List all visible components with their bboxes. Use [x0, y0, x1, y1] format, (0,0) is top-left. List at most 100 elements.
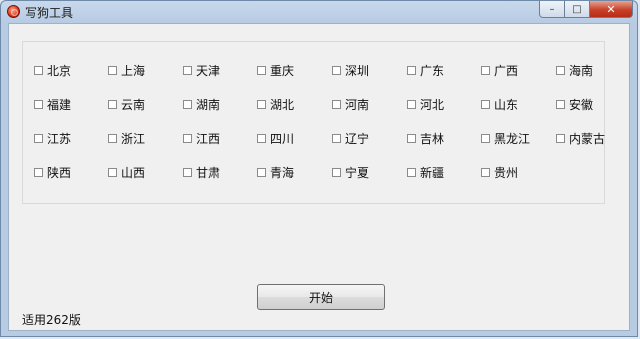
- close-button[interactable]: ✕: [590, 1, 633, 18]
- checkbox-box[interactable]: [257, 99, 266, 109]
- checkbox-box[interactable]: [183, 65, 192, 75]
- province-label: 北京: [47, 63, 72, 78]
- province-checkbox[interactable]: 山东: [481, 96, 518, 112]
- checkbox-box[interactable]: [481, 167, 490, 177]
- checkbox-box[interactable]: [34, 65, 43, 75]
- province-checkbox[interactable]: 北京: [34, 62, 71, 78]
- checkbox-box[interactable]: [481, 99, 490, 109]
- province-label: 重庆: [270, 63, 295, 78]
- checkbox-box[interactable]: [481, 65, 490, 75]
- province-label: 广东: [420, 63, 445, 78]
- checkbox-box[interactable]: [407, 167, 416, 177]
- province-label: 贵州: [494, 165, 519, 180]
- province-label: 陕西: [47, 165, 72, 180]
- checkbox-box[interactable]: [257, 167, 266, 177]
- province-label: 青海: [270, 165, 295, 180]
- province-checkbox[interactable]: 江西: [183, 130, 220, 146]
- province-checkbox[interactable]: 辽宁: [332, 130, 369, 146]
- checkbox-box[interactable]: [183, 167, 192, 177]
- province-label: 江西: [196, 131, 221, 146]
- checkbox-box[interactable]: [34, 99, 43, 109]
- app-icon: [7, 5, 20, 18]
- province-checkbox[interactable]: 河北: [407, 96, 444, 112]
- province-label: 四川: [270, 131, 295, 146]
- province-checkbox[interactable]: 陕西: [34, 164, 71, 180]
- province-checkbox[interactable]: 重庆: [257, 62, 294, 78]
- province-checkbox[interactable]: 新疆: [407, 164, 444, 180]
- checkbox-box[interactable]: [108, 99, 117, 109]
- province-checkbox[interactable]: 甘肃: [183, 164, 220, 180]
- province-checkbox[interactable]: 青海: [257, 164, 294, 180]
- checkbox-box[interactable]: [332, 65, 341, 75]
- checkbox-box[interactable]: [556, 133, 565, 143]
- checkbox-box[interactable]: [332, 167, 341, 177]
- checkbox-box[interactable]: [407, 133, 416, 143]
- app-window: 写狗工具 – □ ✕ 北京 上海 天津 重庆 深圳 广东 广西 海南 福建 云南 湖南 湖北 河南 河北山…: [0, 0, 638, 337]
- province-label: 广西: [494, 63, 519, 78]
- province-checkbox[interactable]: 广西: [481, 62, 518, 78]
- province-checkbox[interactable]: 广东: [407, 62, 444, 78]
- province-label: 内蒙古: [569, 131, 606, 146]
- province-checkbox[interactable]: 山西: [108, 164, 145, 180]
- province-checkbox[interactable]: 内蒙古: [556, 130, 605, 146]
- province-checkbox[interactable]: 湖南: [183, 96, 220, 112]
- province-checkbox[interactable]: 深圳: [332, 62, 369, 78]
- province-checkbox[interactable]: 河南: [332, 96, 369, 112]
- province-checkbox[interactable]: 安徽: [556, 96, 593, 112]
- window-title: 写狗工具: [25, 6, 74, 20]
- checkbox-box[interactable]: [481, 133, 490, 143]
- province-checkbox-group: 北京 上海 天津 重庆 深圳 广东 广西 海南福建 云南 湖南 湖北 河南 河北 山东 安徽江苏 浙江 江西 四川…: [22, 41, 605, 204]
- province-label: 云南: [121, 97, 146, 112]
- checkbox-box[interactable]: [332, 133, 341, 143]
- version-label: 适用262版: [22, 313, 81, 327]
- title-bar[interactable]: 写狗工具 – □ ✕: [1, 1, 637, 23]
- checkbox-box[interactable]: [407, 99, 416, 109]
- province-checkbox[interactable]: 天津: [183, 62, 220, 78]
- checkbox-box[interactable]: [556, 65, 565, 75]
- province-label: 安徽: [569, 97, 594, 112]
- province-checkbox[interactable]: 云南: [108, 96, 145, 112]
- checkbox-box[interactable]: [183, 99, 192, 109]
- minimize-button[interactable]: –: [539, 1, 565, 18]
- checkbox-box[interactable]: [108, 65, 117, 75]
- province-label: 福建: [47, 97, 72, 112]
- province-label: 山西: [121, 165, 146, 180]
- province-label: 江苏: [47, 131, 72, 146]
- province-label: 黑龙江: [494, 131, 531, 146]
- province-label: 辽宁: [345, 131, 370, 146]
- checkbox-box[interactable]: [407, 65, 416, 75]
- province-label: 湖南: [196, 97, 221, 112]
- client-area: 北京 上海 天津 重庆 深圳 广东 广西 海南福建 云南 湖南 湖北 河南 河北 山东 安徽江苏 浙江 江西 四川…: [8, 23, 630, 331]
- province-label: 深圳: [345, 63, 370, 78]
- checkbox-box[interactable]: [183, 133, 192, 143]
- province-checkbox[interactable]: 贵州: [481, 164, 518, 180]
- province-label: 浙江: [121, 131, 146, 146]
- province-label: 上海: [121, 63, 146, 78]
- province-checkbox[interactable]: 宁夏: [332, 164, 369, 180]
- province-checkbox[interactable]: 浙江: [108, 130, 145, 146]
- province-checkbox[interactable]: 海南: [556, 62, 593, 78]
- start-button[interactable]: 开始: [257, 284, 385, 310]
- province-checkbox[interactable]: 上海: [108, 62, 145, 78]
- province-checkbox[interactable]: 吉林: [407, 130, 444, 146]
- province-checkbox[interactable]: 黑龙江: [481, 130, 530, 146]
- province-checkbox[interactable]: 四川: [257, 130, 294, 146]
- checkbox-box[interactable]: [108, 133, 117, 143]
- checkbox-box[interactable]: [108, 167, 117, 177]
- province-label: 宁夏: [345, 165, 370, 180]
- province-label: 海南: [569, 63, 594, 78]
- checkbox-box[interactable]: [556, 99, 565, 109]
- maximize-button[interactable]: □: [565, 1, 590, 18]
- province-label: 河北: [420, 97, 445, 112]
- province-label: 山东: [494, 97, 519, 112]
- checkbox-box[interactable]: [257, 65, 266, 75]
- checkbox-box[interactable]: [34, 167, 43, 177]
- province-checkbox[interactable]: 江苏: [34, 130, 71, 146]
- province-checkbox[interactable]: 湖北: [257, 96, 294, 112]
- province-checkbox[interactable]: 福建: [34, 96, 71, 112]
- province-label: 吉林: [420, 131, 445, 146]
- checkbox-box[interactable]: [257, 133, 266, 143]
- checkbox-box[interactable]: [34, 133, 43, 143]
- checkbox-box[interactable]: [332, 99, 341, 109]
- province-label: 新疆: [420, 165, 445, 180]
